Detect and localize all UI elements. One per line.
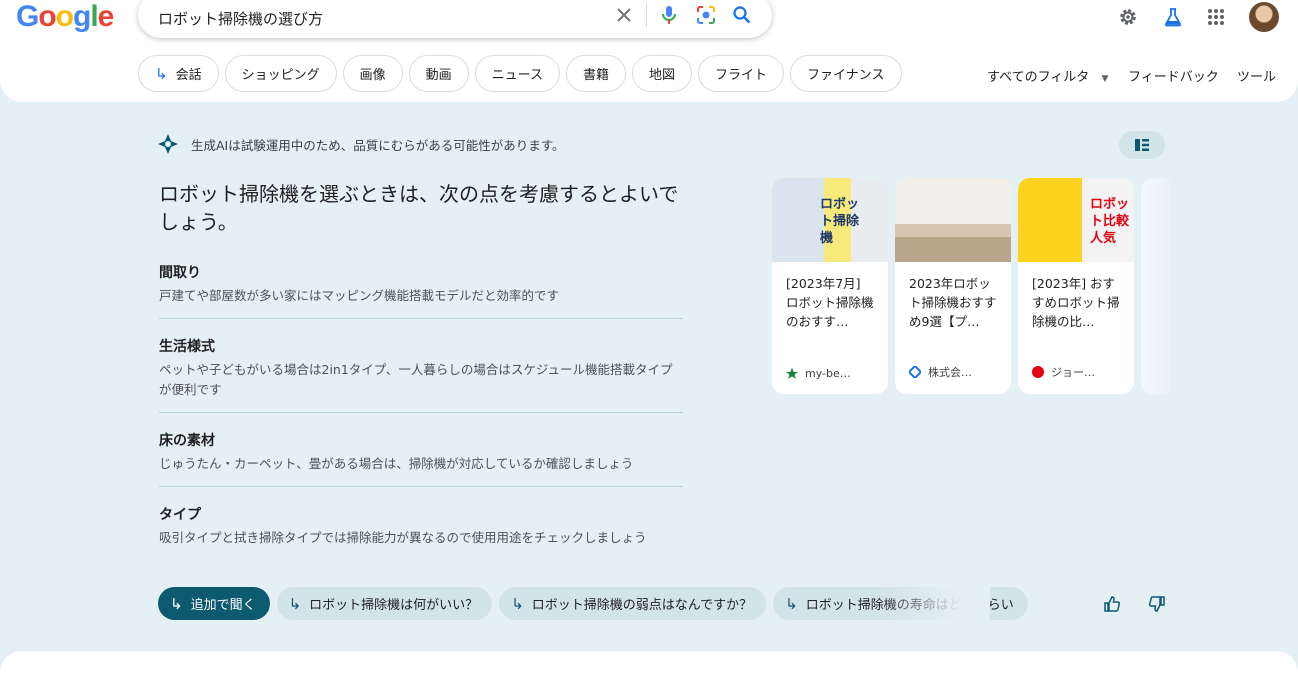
ai-notice: 生成AIは試験運用中のため、品質にむらがある可能性があります。 <box>157 133 565 155</box>
source-card[interactable]: 2023年ロボット掃除機おすすめ9選【プ… 株式会… <box>895 178 1011 394</box>
labs-flask-icon[interactable] <box>1161 5 1185 29</box>
source-card[interactable]: ロボット掃除機 [2023年7月] ロボット掃除機のおすす… my-be… <box>772 178 888 394</box>
criteria-item: 床の素材じゅうたん・カーペット、畳がある場合は、掃除機が対応しているか確認しまし… <box>159 426 683 487</box>
tab-8[interactable]: ファイナンス <box>790 55 902 92</box>
tab-6[interactable]: 地図 <box>632 55 693 92</box>
all-filters-label: すべてのフィルタ <box>987 70 1090 85</box>
card-source: my-be… <box>786 367 851 380</box>
tools-button[interactable]: ツール <box>1237 66 1276 85</box>
criteria-heading: タイプ <box>159 507 201 523</box>
layout-toggle-button[interactable] <box>1119 131 1165 159</box>
blue-diamond-icon <box>909 366 921 378</box>
answer-title: ロボット掃除機を選ぶときは、次の点を考慮するとよいでしょう。 <box>159 182 679 234</box>
criteria-body: 吸引タイプと拭き掃除タイプでは掃除能力が異なるので使用用途をチェックしましょう <box>159 530 647 545</box>
tab-label: 会話 <box>175 68 202 83</box>
search-icon[interactable] <box>732 5 752 25</box>
logo-letter: o <box>38 0 56 33</box>
next-card-peek[interactable] <box>1141 178 1171 394</box>
layout-icon <box>1135 139 1149 151</box>
criteria-list: 間取り戸建てや部屋数が多い家にはマッピング機能搭載モデルだと効率的です 生活様式ペ… <box>159 258 683 573</box>
tab-label: 地図 <box>649 68 676 83</box>
tab-5[interactable]: 書籍 <box>566 55 627 92</box>
criteria-item: タイプ吸引タイプと拭き掃除タイプでは掃除能力が異なるので使用用途をチェックしまし… <box>159 500 683 560</box>
arrow-return-icon: ↳ <box>155 64 168 83</box>
red-circle-icon <box>1032 366 1044 378</box>
tab-1[interactable]: ショッピング <box>224 55 337 92</box>
lens-icon[interactable] <box>696 5 716 25</box>
logo-letter: l <box>90 0 98 33</box>
followup-suggestion[interactable]: ↳ ロボット掃除機は何がいい？ <box>276 587 493 620</box>
tab-label: ショッピング <box>241 68 320 83</box>
apps-grid-icon[interactable] <box>1204 5 1228 29</box>
tab-label: ニュース <box>491 68 543 83</box>
arrow-return-icon: ↳ <box>511 594 524 613</box>
followup-label: ロボット掃除機の弱点はなんですか？ <box>531 598 753 613</box>
tab-7[interactable]: フライト <box>698 55 785 92</box>
criteria-body: じゅうたん・カーペット、畳がある場合は、掃除機が対応しているか確認しましょう <box>159 456 634 471</box>
arrow-return-icon: ↳ <box>288 594 302 613</box>
divider <box>646 3 647 27</box>
search-box[interactable]: ロボット掃除機の選び方 <box>138 0 772 38</box>
thumbs-up-icon[interactable] <box>1102 594 1122 614</box>
clear-icon[interactable] <box>614 5 634 25</box>
header: Google ロボット掃除機の選び方 ↳ 会話 ショッピング 画像 動画 ニュース 書籍 地図… <box>0 0 1298 102</box>
card-source: 株式会… <box>909 364 972 380</box>
card-title: [2023年] おすすめロボット掃除機の比… <box>1032 276 1120 329</box>
criteria-item: 間取り戸建てや部屋数が多い家にはマッピング機能搭載モデルだと効率的です <box>159 258 683 319</box>
criteria-item: 生活様式ペットや子どもがいる場合は2in1タイプ、一人暮らしの場合はスケジュール… <box>159 332 683 413</box>
tab-label: ファイナンス <box>807 68 885 83</box>
tab-0[interactable]: ↳ 会話 <box>138 55 219 92</box>
logo-letter: G <box>16 0 39 33</box>
thumbs-down-icon[interactable] <box>1147 594 1167 614</box>
card-thumbnail <box>895 178 1011 262</box>
criteria-body: 戸建てや部屋数が多い家にはマッピング機能搭載モデルだと効率的です <box>159 288 560 303</box>
card-thumbnail: ロボット比較 人気 <box>1018 178 1134 262</box>
microphone-icon[interactable] <box>659 5 679 25</box>
tab-4[interactable]: ニュース <box>474 55 560 92</box>
source-card[interactable]: ロボット比較 人気 [2023年] おすすめロボット掃除機の比… ジョー… <box>1018 178 1134 394</box>
tab-2[interactable]: 画像 <box>342 55 403 92</box>
arrow-return-icon: ↳ <box>170 594 183 613</box>
logo-letter: g <box>73 0 91 33</box>
criteria-heading: 間取り <box>159 265 201 281</box>
results-container <box>0 651 1298 680</box>
criteria-heading: 生活様式 <box>159 339 215 355</box>
card-source: ジョー… <box>1032 364 1095 380</box>
account-avatar[interactable] <box>1249 2 1279 32</box>
tab-3[interactable]: 動画 <box>408 55 469 92</box>
criteria-heading: 床の素材 <box>159 433 215 449</box>
thumb-text: ロボット掃除機 <box>820 197 860 246</box>
google-logo[interactable]: Google <box>16 0 115 34</box>
dropdown-caret-icon: ▼ <box>1101 74 1109 84</box>
logo-letter: e <box>97 0 115 33</box>
followup-label: ロボット掃除機は何がいい？ <box>309 598 479 613</box>
card-title: 2023年ロボット掃除機おすすめ9選【プ… <box>909 276 997 329</box>
card-thumbnail: ロボット掃除機 <box>772 178 888 262</box>
criteria-body: ペットや子どもがいる場合は2in1タイプ、一人暮らしの場合はスケジュール機能搭載… <box>159 362 673 397</box>
source-cards: ロボット掃除機 [2023年7月] ロボット掃除機のおすす… my-be… 2023年… <box>772 178 1171 394</box>
tab-label: フライト <box>715 68 768 83</box>
ask-followup-button[interactable]: ↳ 追加で聞く <box>158 587 270 620</box>
arrow-return-icon: ↳ <box>785 594 798 613</box>
thumb-text: ロボット比較 人気 <box>1090 197 1130 246</box>
ai-notice-text: 生成AIは試験運用中のため、品質にむらがある可能性があります。 <box>191 137 565 153</box>
tab-label: 動画 <box>425 68 452 83</box>
settings-gear-icon[interactable] <box>1116 5 1140 29</box>
followup-suggestion[interactable]: ↳ ロボット掃除機の弱点はなんですか？ <box>499 587 767 620</box>
tab-label: 書籍 <box>583 68 610 83</box>
card-title: [2023年7月] ロボット掃除機のおすす… <box>786 276 874 329</box>
search-input[interactable]: ロボット掃除機の選び方 <box>158 8 323 29</box>
green-star-icon <box>786 367 798 380</box>
card-source-name: my-be… <box>805 367 851 380</box>
feedback-link[interactable]: フィードバック <box>1128 66 1219 85</box>
card-source-name: 株式会… <box>928 366 972 379</box>
logo-letter: o <box>55 0 74 33</box>
all-filters-dropdown[interactable]: すべてのフィルタ ▼ <box>987 66 1108 85</box>
sge-sparkle-icon <box>158 134 178 154</box>
followup-fade <box>880 583 990 623</box>
search-tabs: ↳ 会話 ショッピング 画像 動画 ニュース 書籍 地図 フライト ファイナンス <box>138 55 902 92</box>
followup-label: 追加で聞く <box>190 598 256 613</box>
card-source-name: ジョー… <box>1051 366 1095 379</box>
tab-label: 画像 <box>359 68 386 83</box>
